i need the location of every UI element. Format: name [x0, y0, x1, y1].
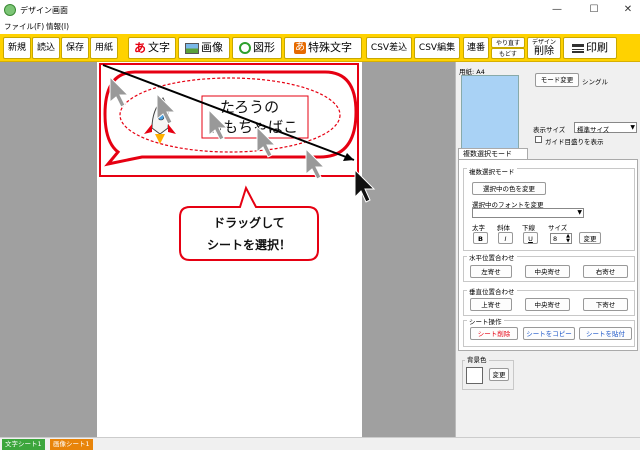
csv-import-button[interactable]: CSV差込 [366, 37, 412, 59]
underline-button[interactable]: U [523, 232, 538, 244]
design-delete-top-label: デザイン [531, 39, 556, 46]
image-button-label: 画像 [201, 41, 223, 54]
display-size-select[interactable]: 標準サイズ ▼ [574, 122, 637, 134]
bold-button[interactable]: B [473, 232, 488, 244]
font-apply-button[interactable]: 変更 [579, 232, 601, 244]
title-bar: デザイン画面 — ☐ ✕ [0, 0, 640, 20]
close-icon[interactable]: ✕ [619, 2, 637, 18]
align-vcenter-button[interactable]: 中央寄せ [525, 298, 570, 311]
align-hcenter-button[interactable]: 中央寄せ [525, 265, 570, 278]
italic-label: 斜体 [497, 224, 510, 232]
design-delete-label: 削除 [534, 46, 554, 57]
paste-sheet-button[interactable]: シートを貼付 [579, 327, 632, 340]
size-label: サイズ [548, 224, 568, 232]
align-top-button[interactable]: 上寄せ [470, 298, 512, 311]
underline-label: 下線 [522, 224, 535, 232]
special-char-button-label: 特殊文字 [308, 41, 352, 54]
bg-color-change-button[interactable]: 変更 [489, 368, 509, 381]
new-button[interactable]: 新規 [3, 37, 31, 59]
app-window: デザイン画面 — ☐ ✕ ファイル(F) 情報(I) 新規 読込 保存 用紙 あ… [0, 0, 640, 450]
paper-button[interactable]: 用紙 [90, 37, 118, 59]
bold-label: 太字 [472, 224, 485, 232]
toolbar: 新規 読込 保存 用紙 あ文字 画像 図形 あ特殊文字 CSV差込 CSV編集 … [0, 34, 640, 62]
shape-button-label: 図形 [253, 41, 275, 54]
delete-sheet-button[interactable]: シート削除 [470, 327, 518, 340]
align-left-button[interactable]: 左寄せ [470, 265, 512, 278]
paper-preview [461, 75, 519, 157]
multi-select-group-title: 複数選択モード [467, 166, 517, 176]
image-button[interactable]: 画像 [178, 37, 230, 59]
bg-color-group-title: 背景色 [465, 354, 489, 364]
menu-file[interactable]: ファイル(F) [4, 21, 44, 32]
menu-info[interactable]: 情報(I) [46, 21, 69, 32]
design-workspace[interactable]: たろうの おもちゃばこ ドラッグして シートを選択！ [0, 62, 455, 437]
shape-button[interactable]: 図形 [232, 37, 282, 59]
align-right-button[interactable]: 右寄せ [583, 265, 628, 278]
text-button-label: 文字 [148, 41, 170, 54]
font-size-value: 8 [553, 235, 558, 243]
window-title: デザイン画面 [20, 6, 68, 15]
h-align-group-title: 水平位置合わせ [467, 252, 517, 262]
printer-icon [572, 43, 584, 53]
mode-change-button[interactable]: モード変更 [535, 73, 579, 87]
picture-icon [185, 42, 199, 54]
v-align-group-title: 垂直位置合わせ [467, 286, 517, 296]
tab-text-sheet[interactable]: 文字シート1 [2, 439, 45, 450]
undo-button[interactable]: もどす [491, 48, 525, 59]
design-delete-button[interactable]: デザイン 削除 [527, 37, 561, 59]
mouse-cursor-icon [354, 168, 376, 203]
bg-color-swatch[interactable] [466, 367, 483, 384]
font-size-stepper[interactable]: 8 ▲ ▼ [550, 233, 572, 244]
align-bottom-button[interactable]: 下寄せ [583, 298, 628, 311]
chevron-down-icon: ▼ [577, 209, 582, 216]
minimize-icon[interactable]: — [548, 2, 566, 18]
circle-shape-icon [239, 42, 251, 54]
sheet-ops-group-title: シート操作 [467, 316, 504, 326]
copy-sheet-button[interactable]: シートをコピー [523, 327, 575, 340]
font-select[interactable]: ▼ [472, 208, 584, 218]
instruction-callout-text: ドラッグして シートを選択！ [206, 216, 291, 252]
maximize-icon[interactable]: ☐ [585, 2, 603, 18]
csv-edit-button[interactable]: CSV編集 [414, 37, 460, 59]
text-a-icon: あ [133, 41, 146, 55]
guide-checkbox-label: ガイド目盛りを表示 [545, 138, 604, 146]
save-button[interactable]: 保存 [61, 37, 89, 59]
special-char-button[interactable]: あ特殊文字 [284, 37, 362, 59]
display-size-value: 標準サイズ [577, 126, 610, 134]
redo-button[interactable]: やり直す [491, 37, 525, 48]
text-button[interactable]: あ文字 [128, 37, 176, 59]
italic-button[interactable]: I [498, 232, 513, 244]
load-button[interactable]: 読込 [32, 37, 60, 59]
guide-checkbox[interactable] [535, 136, 542, 143]
stepper-arrows-icon: ▲ ▼ [566, 233, 570, 244]
print-button-label: 印刷 [586, 41, 608, 54]
print-button[interactable]: 印刷 [563, 37, 617, 59]
chevron-down-icon: ▼ [630, 124, 635, 131]
properties-panel: 用紙: A4 モード変更 シングル 表示サイズ 標準サイズ ▼ ガイド目盛りを表… [455, 62, 640, 437]
special-char-icon: あ [294, 42, 306, 54]
change-color-button[interactable]: 選択中の色を変更 [472, 182, 546, 195]
mode-value-label: シングル [582, 78, 608, 86]
display-size-label: 表示サイズ [533, 126, 566, 134]
app-icon [4, 4, 16, 16]
serial-number-button[interactable]: 連番 [463, 37, 489, 59]
menu-bar: ファイル(F) 情報(I) [0, 20, 640, 34]
sheet-tabs-bar: 文字シート1 画像シート1 [0, 437, 640, 450]
tab-image-sheet[interactable]: 画像シート1 [50, 439, 93, 450]
